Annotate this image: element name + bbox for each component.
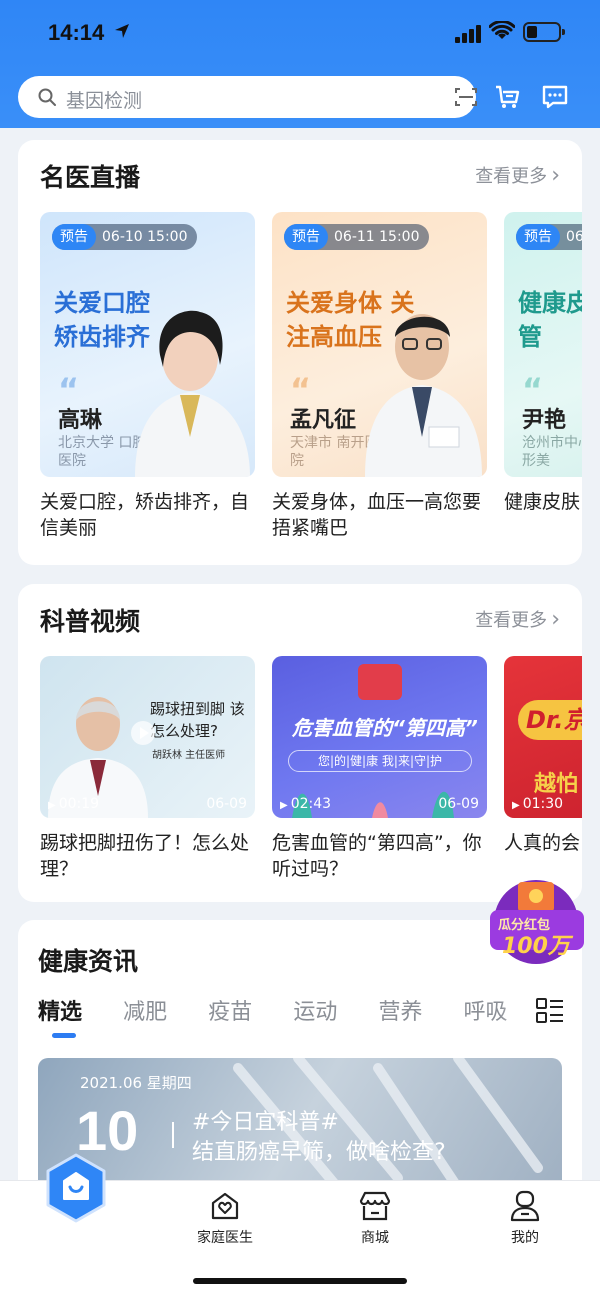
doctor-name: 尹艳: [522, 408, 567, 433]
section-title: 名医直播: [40, 163, 141, 192]
home-tab-button[interactable]: [44, 1153, 108, 1223]
video-overlay-title: Dr.京: [518, 700, 582, 740]
video-thumbnail: 踢球扭到脚 该怎么处理? 胡跃林 主任医师 00:19 06-09: [40, 656, 255, 818]
live-thumbnail: 预告 06-11 15:00 关爱身体 关注高血压 “ 孟凡征 天津市 南开医院: [272, 212, 487, 477]
video-more-link[interactable]: 查看更多: [475, 606, 560, 632]
live-item[interactable]: 预告06 健康皮 科学管 “ 尹艳 沧州市中心 医学整形美 健康皮肤: [504, 212, 582, 543]
wifi-icon: [489, 21, 515, 39]
search-bar[interactable]: 基因检测: [18, 76, 477, 118]
video-caption: 踢球把脚扭伤了！怎么处理？: [40, 832, 250, 880]
video-overlay-sub: 越怕: [534, 772, 579, 797]
video-overlay-sub: 胡跃林 主任医师: [152, 750, 226, 761]
message-icon[interactable]: [541, 84, 569, 110]
live-more-link[interactable]: 查看更多: [475, 162, 560, 188]
video-duration: 01:30: [512, 796, 563, 812]
location-arrow-icon: [115, 24, 129, 38]
search-icon: [38, 88, 56, 106]
shop-icon: [359, 1191, 391, 1221]
doctor-name: 孟凡征: [290, 408, 357, 433]
live-item[interactable]: 预告 06-10 15:00 关爱口腔 矫齿排齐 “ 高琳 北京大学 口腔医院 关…: [40, 212, 255, 543]
doctor-photo: [365, 314, 482, 477]
tab-weight-loss[interactable]: 减肥: [123, 994, 167, 1026]
video-overlay-title: 踢球扭到脚 该怎么处理?: [150, 700, 245, 740]
live-item[interactable]: 预告 06-11 15:00 关爱身体 关注高血压 “ 孟凡征 天津市 南开医院 …: [272, 212, 487, 543]
tab-label: 家庭医生: [197, 1230, 253, 1246]
video-date: 06-09: [438, 796, 479, 812]
video-item[interactable]: 危害血管的“第四高” 您|的|健|康 我|来|守|护 02:43 06-09 危…: [272, 656, 487, 884]
banner-line2: 结直肠癌早筛，做啥检查?: [192, 1140, 446, 1165]
home-indicator: [193, 1278, 407, 1284]
section-title: 科普视频: [40, 607, 141, 636]
tab-selected[interactable]: 精选: [38, 994, 82, 1038]
video-duration: 00:19: [48, 796, 99, 812]
banner-divider: [172, 1122, 174, 1148]
search-placeholder: 基因检测: [66, 90, 143, 112]
tab-nutrition[interactable]: 营养: [378, 994, 422, 1026]
video-item[interactable]: Dr.京 越怕 01:30 人真的会: [504, 656, 582, 884]
live-thumbnail: 预告06 健康皮 科学管 “ 尹艳 沧州市中心 医学整形美: [504, 212, 582, 477]
play-icon: [131, 721, 155, 745]
live-caption: 健康皮肤: [504, 491, 581, 513]
live-tag: 预告 06-10 15:00: [52, 224, 198, 250]
status-time: 14:14: [48, 20, 105, 45]
hospital-name: 沧州市中心 医学整形美: [522, 435, 582, 469]
doctor-photo: [135, 310, 250, 477]
tab-me[interactable]: 我的: [475, 1189, 575, 1247]
banner-line1: #今日宜科普#: [192, 1110, 339, 1135]
program-logo: [358, 664, 402, 700]
tab-exercise[interactable]: 运动: [293, 994, 337, 1026]
video-section-card: 科普视频 查看更多 踢球扭到脚 该怎么处理? 胡跃林 主任医师 00:19 06…: [18, 584, 582, 902]
live-tag: 预告 06: [516, 224, 582, 250]
live-tag: 预告 06-11 15:00: [284, 224, 430, 250]
tab-family-doctor[interactable]: 家庭医生: [175, 1189, 275, 1247]
tab-label: 我的: [511, 1230, 539, 1246]
scan-icon[interactable]: [455, 87, 477, 107]
tab-vaccine[interactable]: 疫苗: [208, 994, 252, 1026]
badge-line2: 100万: [502, 934, 570, 959]
quote-icon: “: [522, 371, 544, 409]
tab-mall[interactable]: 商城: [325, 1189, 425, 1247]
live-headline: 健康皮 科学管: [518, 289, 582, 351]
tab-menu-button[interactable]: [518, 968, 582, 1052]
video-caption: 危害血管的“第四高”，你听过吗？: [272, 832, 482, 880]
video-thumbnail: Dr.京 越怕 01:30: [504, 656, 582, 818]
cellular-signal-icon: [455, 24, 483, 43]
video-overlay-title: 危害血管的“第四高”: [292, 716, 478, 740]
news-tabs: 精选 减肥 疫苗 运动 营养 呼吸: [38, 994, 544, 1038]
video-date: 06-09: [206, 796, 247, 812]
quote-icon: “: [290, 371, 312, 409]
news-banner[interactable]: 2021.06 星期四 10 #今日宜科普# 结直肠癌早筛，做啥检查?: [38, 1058, 562, 1198]
live-thumbnail: 预告 06-10 15:00 关爱口腔 矫齿排齐 “ 高琳 北京大学 口腔医院: [40, 212, 255, 477]
tab-respiratory[interactable]: 呼吸: [464, 994, 508, 1026]
profile-icon: [510, 1190, 540, 1222]
live-caption: 关爱身体，血压一高您要捂紧嘴巴: [272, 491, 482, 539]
tab-label: 商城: [361, 1230, 389, 1246]
section-title: 健康资讯: [38, 947, 139, 976]
video-thumbnail: 危害血管的“第四高” 您|的|健|康 我|来|守|护 02:43 06-09: [272, 656, 487, 818]
status-bar: 14:14: [0, 0, 600, 66]
quote-icon: “: [58, 371, 80, 409]
battery-icon: [523, 22, 565, 42]
live-section-card: 名医直播 查看更多 预告06-10 15:00 关爱口腔 矫齿排齐 “ 高琳 北…: [18, 140, 582, 565]
live-caption: 关爱口腔，矫齿排齐，自信美丽: [40, 491, 250, 539]
app-header: 14:14 基因检测: [0, 0, 600, 128]
house-heart-icon: [211, 1192, 239, 1220]
video-item[interactable]: 踢球扭到脚 该怎么处理? 胡跃林 主任医师 00:19 06-09 踢球把脚扭伤…: [40, 656, 255, 884]
cart-icon[interactable]: [494, 84, 522, 110]
video-duration: 02:43: [280, 796, 331, 812]
red-packet-badge[interactable]: 瓜分红包 100万: [480, 876, 588, 968]
banner-date: 2021.06 星期四: [80, 1074, 192, 1092]
list-icon: [536, 998, 563, 1023]
doctor-name: 高琳: [58, 408, 103, 433]
